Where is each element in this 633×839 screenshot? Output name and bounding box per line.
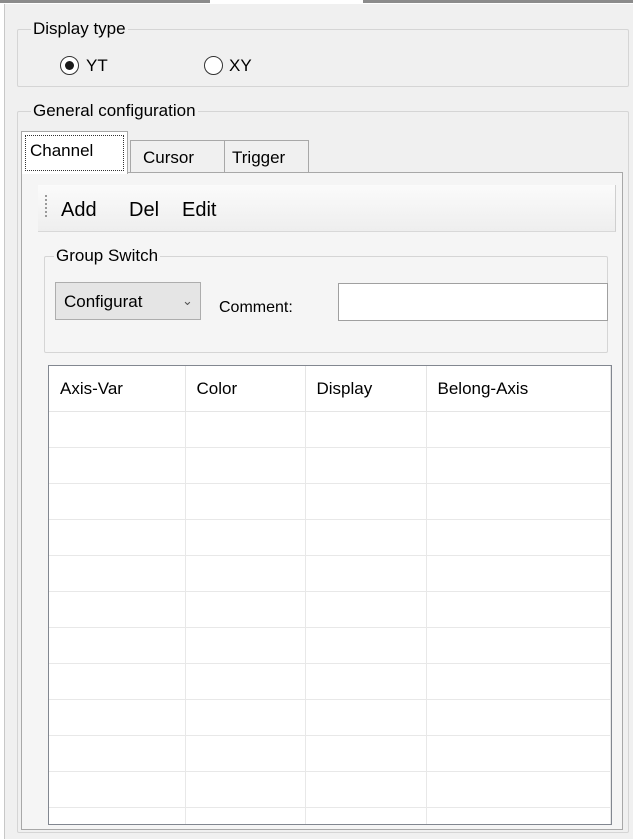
table-cell[interactable] xyxy=(185,591,306,628)
configuration-select[interactable]: Configurat ⌄ xyxy=(55,282,201,320)
table-cell[interactable] xyxy=(185,447,306,484)
channel-toolbar: Add Del Edit xyxy=(38,185,616,232)
table-cell[interactable] xyxy=(49,663,186,700)
display-type-title: Display type xyxy=(31,19,128,39)
table-cell[interactable] xyxy=(426,627,611,664)
table-cell[interactable] xyxy=(49,591,186,628)
table-cell[interactable] xyxy=(49,483,186,520)
table-cell[interactable] xyxy=(49,699,186,736)
table-row[interactable] xyxy=(49,519,611,556)
general-configuration-title: General configuration xyxy=(31,101,198,121)
table-cell[interactable] xyxy=(305,663,427,700)
table-cell[interactable] xyxy=(305,483,427,520)
chevron-down-icon[interactable]: ⌄ xyxy=(182,293,193,309)
tab-channel[interactable]: Channel xyxy=(21,131,128,174)
table-row[interactable] xyxy=(49,663,611,700)
tab-trigger[interactable]: Trigger xyxy=(224,140,309,174)
configuration-panel: Display type YT XY General configuration… xyxy=(4,4,633,839)
table-cell[interactable] xyxy=(305,591,427,628)
table-cell[interactable] xyxy=(49,627,186,664)
add-button[interactable]: Add xyxy=(61,198,97,222)
table-cell[interactable] xyxy=(305,627,427,664)
table-row[interactable] xyxy=(49,807,611,824)
channel-table: Axis-Var Color Display Belong-Axis xyxy=(49,366,611,824)
table-cell[interactable] xyxy=(185,735,306,772)
table-cell[interactable] xyxy=(426,519,611,556)
table-cell[interactable] xyxy=(49,555,186,592)
tab-cursor[interactable]: Cursor xyxy=(130,140,226,174)
tab-trigger-label: Trigger xyxy=(232,148,286,167)
table-cell[interactable] xyxy=(305,519,427,556)
comment-input[interactable] xyxy=(338,283,608,321)
channel-grid[interactable]: Axis-Var Color Display Belong-Axis xyxy=(48,365,612,825)
table-cell[interactable] xyxy=(49,735,186,772)
header-divider-right xyxy=(363,0,633,3)
table-cell[interactable] xyxy=(49,807,186,824)
table-cell[interactable] xyxy=(305,699,427,736)
table-row[interactable] xyxy=(49,447,611,484)
table-row[interactable] xyxy=(49,627,611,664)
table-cell[interactable] xyxy=(185,483,306,520)
table-cell[interactable] xyxy=(49,447,186,484)
header-divider-left xyxy=(0,0,210,3)
group-switch-title: Group Switch xyxy=(54,246,161,266)
table-cell[interactable] xyxy=(185,807,306,824)
table-cell[interactable] xyxy=(185,627,306,664)
tab-cursor-label: Cursor xyxy=(143,148,195,167)
column-header-color[interactable]: Color xyxy=(185,366,306,412)
table-row[interactable] xyxy=(49,411,611,448)
radio-yt[interactable] xyxy=(60,56,79,75)
radio-yt-label[interactable]: YT xyxy=(86,56,108,76)
table-cell[interactable] xyxy=(305,771,427,808)
table-row[interactable] xyxy=(49,699,611,736)
table-cell[interactable] xyxy=(426,735,611,772)
table-cell[interactable] xyxy=(185,519,306,556)
table-cell[interactable] xyxy=(426,771,611,808)
column-header-axis-var[interactable]: Axis-Var xyxy=(49,366,186,412)
table-cell[interactable] xyxy=(305,447,427,484)
edit-button[interactable]: Edit xyxy=(182,198,216,222)
table-cell[interactable] xyxy=(185,771,306,808)
table-row[interactable] xyxy=(49,591,611,628)
table-cell[interactable] xyxy=(426,699,611,736)
table-row[interactable] xyxy=(49,555,611,592)
table-cell[interactable] xyxy=(426,663,611,700)
grid-header-row: Axis-Var Color Display Belong-Axis xyxy=(49,366,611,412)
table-row[interactable] xyxy=(49,483,611,520)
table-cell[interactable] xyxy=(185,663,306,700)
channel-tab-page: Add Del Edit Group Switch Configurat ⌄ C… xyxy=(21,172,623,830)
table-row[interactable] xyxy=(49,771,611,808)
table-cell[interactable] xyxy=(305,807,427,824)
radio-xy-label[interactable]: XY xyxy=(229,56,252,76)
toolbar-grip-icon[interactable] xyxy=(45,195,47,219)
column-header-belong-axis[interactable]: Belong-Axis xyxy=(426,366,611,412)
table-cell[interactable] xyxy=(426,447,611,484)
radio-xy[interactable] xyxy=(204,56,223,75)
grid-body xyxy=(49,411,611,824)
radio-yt-dot xyxy=(65,61,74,70)
configuration-select-value: Configurat xyxy=(64,292,143,311)
table-cell[interactable] xyxy=(49,519,186,556)
tab-channel-label: Channel xyxy=(30,141,94,160)
table-row[interactable] xyxy=(49,735,611,772)
table-cell[interactable] xyxy=(185,411,306,448)
table-cell[interactable] xyxy=(426,483,611,520)
table-cell[interactable] xyxy=(426,411,611,448)
table-cell[interactable] xyxy=(49,411,186,448)
table-cell[interactable] xyxy=(305,555,427,592)
del-button[interactable]: Del xyxy=(129,198,159,222)
table-cell[interactable] xyxy=(305,411,427,448)
table-cell[interactable] xyxy=(305,735,427,772)
table-cell[interactable] xyxy=(49,771,186,808)
table-cell[interactable] xyxy=(185,699,306,736)
comment-label: Comment: xyxy=(219,299,293,316)
table-cell[interactable] xyxy=(426,591,611,628)
table-cell[interactable] xyxy=(426,807,611,824)
table-cell[interactable] xyxy=(185,555,306,592)
column-header-display[interactable]: Display xyxy=(305,366,427,412)
table-cell[interactable] xyxy=(426,555,611,592)
